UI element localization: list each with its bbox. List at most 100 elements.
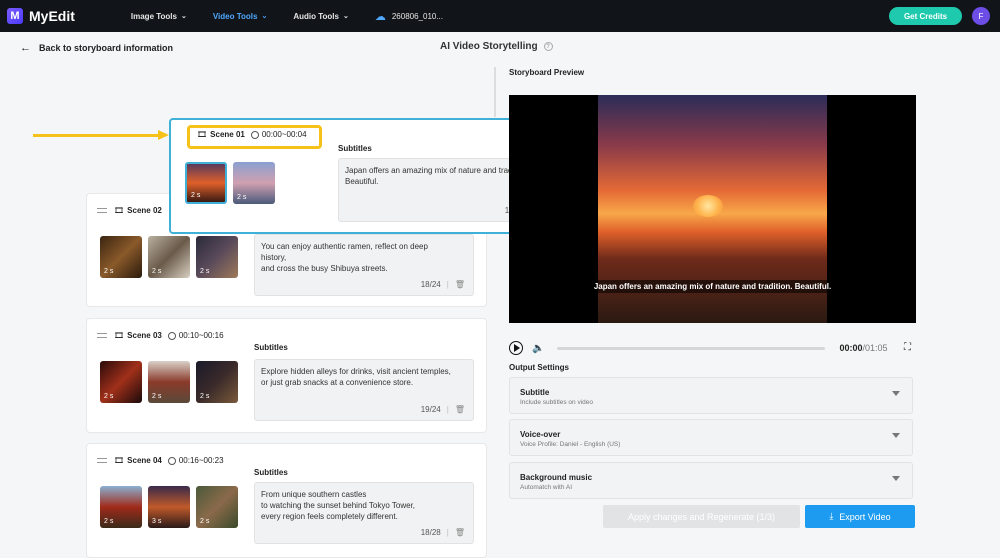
get-credits-button[interactable]: Get Credits: [889, 7, 962, 25]
video-preview[interactable]: Japan offers an amazing mix of nature an…: [509, 95, 916, 323]
thumb-duration: 2 s: [104, 268, 114, 275]
subtitle-lines: Explore hidden alleys for drinks, visit …: [261, 366, 467, 388]
chevron-down-icon: ⌄: [261, 13, 268, 20]
nav-audio-tools[interactable]: Audio Tools ⌄: [293, 12, 349, 21]
film-icon: 🎞: [114, 206, 125, 215]
export-video-button[interactable]: ⤓ Export Video: [805, 505, 915, 528]
brand-name: MyEdit: [29, 8, 75, 24]
scene-header: 🎞 Scene 03 00:10~00:16: [97, 331, 224, 340]
scrollbar[interactable]: [494, 67, 496, 117]
subtitle-lines: From unique southern castles to watching…: [261, 489, 467, 522]
scene-thumbnail[interactable]: 2 s: [148, 236, 190, 278]
download-icon: ⤓: [829, 511, 834, 521]
nav-label: Video Tools: [212, 11, 258, 21]
drag-handle-icon[interactable]: [97, 333, 107, 338]
option-title: Voice-over: [520, 430, 561, 439]
nav-label: Audio Tools: [293, 11, 339, 21]
subtitle-line: to watching the sunset behind Tokyo Towe…: [261, 501, 416, 510]
nav-video-tools[interactable]: Video Tools ⌄: [213, 12, 267, 21]
play-button[interactable]: [509, 341, 523, 355]
film-icon: 🎞: [197, 130, 208, 139]
subtitle-line: every region feels completely different.: [261, 512, 398, 521]
scene-thumbnail[interactable]: 2 s: [100, 361, 142, 403]
chevron-down-icon: [892, 476, 900, 481]
scene-title: Scene 01: [210, 130, 245, 139]
option-title: Subtitle: [520, 388, 550, 397]
chevron-down-icon: ⌄: [342, 13, 349, 20]
caption-text: Japan offers an amazing mix of nature an…: [590, 280, 835, 293]
pointer-arrow: [33, 134, 163, 137]
play-icon: [514, 344, 520, 352]
scene-time: 00:10~00:16: [178, 331, 224, 340]
option-desc: Include subtitles on video: [520, 399, 593, 406]
scene-thumbnails: 2 s 3 s 2 s: [100, 486, 244, 528]
myedit-logo-icon: M: [7, 8, 23, 24]
scene-thumbnails: 2 s 2 s 2 s: [100, 236, 244, 278]
subtitles-label: Subtitles: [338, 144, 372, 153]
chevron-down-icon: ⌄: [180, 13, 187, 20]
thumb-duration: 2 s: [200, 393, 210, 400]
help-icon[interactable]: ?: [543, 42, 553, 51]
page-title: AI Video Storytelling ?: [440, 41, 553, 52]
scene-header: 🎞 Scene 01 00:00~00:04: [197, 130, 307, 139]
char-count-text: 19/24: [420, 405, 441, 414]
subtitles-label: Subtitles: [254, 343, 288, 352]
subtitle-textarea[interactable]: You can enjoy authentic ramen, reflect o…: [254, 234, 474, 296]
film-icon: 🎞: [114, 331, 125, 340]
scene-thumbnail[interactable]: 2 s: [196, 361, 238, 403]
nav-label: Image Tools: [130, 11, 177, 21]
fullscreen-icon[interactable]: ⛶: [904, 342, 911, 353]
clock-icon: [167, 456, 176, 465]
option-title: Background music: [520, 473, 593, 482]
drag-handle-icon[interactable]: [97, 208, 107, 213]
scene-header: 🎞 Scene 04 00:16~00:23: [97, 456, 224, 465]
arrow-left-icon: ←: [20, 42, 31, 54]
avatar[interactable]: F: [972, 7, 990, 25]
current-time: 00:00: [839, 343, 863, 353]
subtitle-line: Explore hidden alleys for drinks, visit …: [261, 367, 451, 376]
scene-thumbnail[interactable]: 2 s: [196, 486, 238, 528]
scene-thumbnails: 2 s 2 s: [185, 162, 281, 204]
scene-title: Scene 02: [127, 206, 162, 215]
thumb-duration: 2 s: [200, 268, 210, 275]
scene-title: Scene 03: [127, 331, 162, 340]
option-desc: Voice Profile: Daniel - English (US): [520, 441, 621, 448]
subtitle-option[interactable]: Subtitle Include subtitles on video: [509, 377, 913, 414]
background-music-option[interactable]: Background music Automatch with AI: [509, 462, 913, 499]
scene-card-04: 🎞 Scene 04 00:16~00:23 2 s 3 s 2 s Subti…: [86, 443, 487, 558]
scene-thumbnail[interactable]: 2 s: [196, 236, 238, 278]
progress-track[interactable]: [557, 346, 826, 350]
char-count: 19/24 | 🗑: [421, 404, 465, 415]
scene-thumbnail[interactable]: 2 s: [100, 236, 142, 278]
time-display: 00:00/01:05: [839, 343, 887, 353]
scene-thumbnail[interactable]: 3 s: [148, 486, 190, 528]
scene-thumbnail[interactable]: 2 s: [100, 486, 142, 528]
scene-thumbnail[interactable]: 2 s: [185, 162, 227, 204]
top-bar: M MyEdit Image Tools ⌄ Video Tools ⌄ Audio…: [0, 0, 1000, 32]
apply-regenerate-button[interactable]: Apply changes and Regenerate (1/3): [603, 505, 800, 528]
file-name[interactable]: 260806_010...: [392, 12, 443, 21]
cloud-icon[interactable]: ☁: [375, 10, 386, 23]
subtitle-textarea[interactable]: Explore hidden alleys for drinks, visit …: [254, 359, 474, 421]
scene-thumbnail[interactable]: 2 s: [148, 361, 190, 403]
scene-time: 00:00~00:04: [261, 130, 307, 139]
thumb-duration: 2 s: [191, 192, 201, 199]
trash-icon[interactable]: 🗑: [455, 279, 465, 290]
trash-icon[interactable]: 🗑: [455, 527, 465, 538]
trash-icon[interactable]: 🗑: [455, 404, 465, 415]
pointer-arrow-head: [158, 130, 169, 140]
back-link[interactable]: ← Back to storyboard information: [20, 42, 173, 54]
voice-over-option[interactable]: Voice-over Voice Profile: Daniel - Engli…: [509, 419, 913, 456]
nav-image-tools[interactable]: Image Tools ⌄: [131, 12, 187, 21]
subtitle-line: and cross the busy Shibuya streets.: [261, 264, 388, 273]
drag-handle-icon[interactable]: [97, 458, 107, 463]
char-count-text: 18/24: [420, 280, 441, 289]
subtitle-textarea[interactable]: From unique southern castles to watching…: [254, 482, 474, 544]
scene-time: 00:16~00:23: [178, 456, 224, 465]
subtitle-line: From unique southern castles: [261, 490, 367, 499]
scene-thumbnail[interactable]: 2 s: [233, 162, 275, 204]
char-count: 18/24 | 🗑: [421, 279, 465, 290]
page-title-text: AI Video Storytelling: [440, 41, 538, 52]
logo[interactable]: M MyEdit: [7, 8, 75, 24]
volume-icon[interactable]: 🔈: [532, 343, 544, 354]
